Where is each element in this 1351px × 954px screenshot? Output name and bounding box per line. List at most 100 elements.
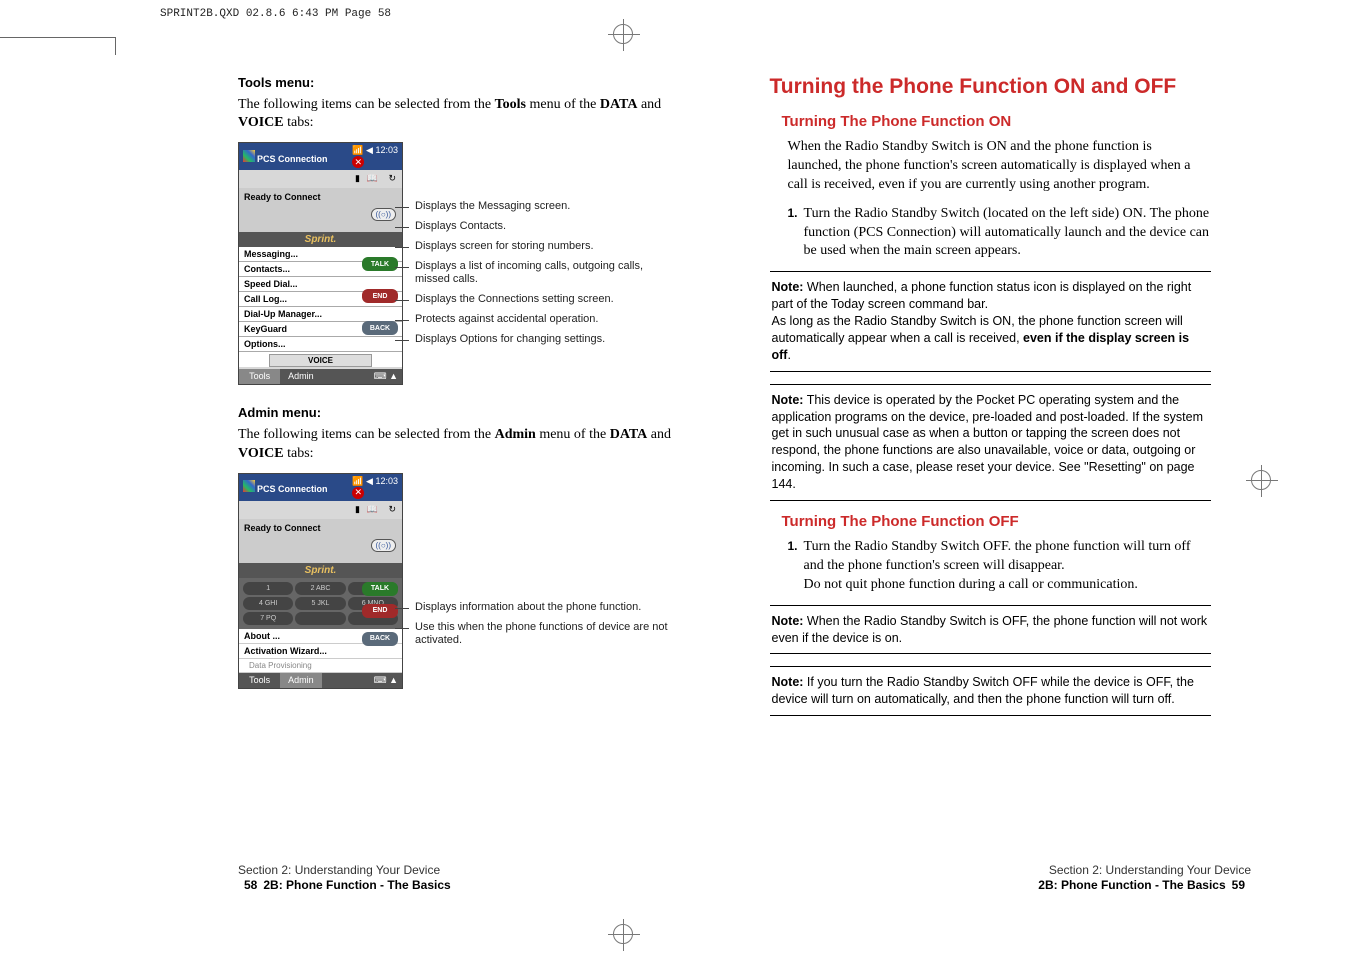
text: If you turn the Radio Standby Switch OFF… bbox=[772, 675, 1194, 706]
talk-button-icon: TALK bbox=[362, 257, 398, 271]
paragraph: When the Radio Standby Switch is ON and … bbox=[788, 138, 1202, 195]
text: DATA bbox=[600, 97, 638, 112]
tools-intro: The following items can be selected from… bbox=[238, 96, 680, 132]
section-label: Section 2: Understanding Your Device bbox=[238, 863, 451, 879]
note-label: Note: bbox=[772, 614, 804, 628]
tab: Admin bbox=[280, 369, 321, 384]
clock: 12:03 bbox=[375, 145, 398, 155]
subsection-label: 2B: Phone Function - The Basics bbox=[1038, 878, 1225, 892]
registration-mark bbox=[613, 924, 633, 944]
crop-corner bbox=[115, 37, 116, 55]
keypad-key: 2 ABC bbox=[295, 582, 345, 595]
text: Admin bbox=[495, 427, 536, 442]
tab: Tools bbox=[239, 369, 280, 384]
step-number: 1. bbox=[788, 205, 798, 262]
tools-menu-heading: Tools menu: bbox=[238, 75, 680, 90]
sprint-logo: Sprint. bbox=[239, 563, 402, 578]
callout: Displays the Messaging screen. bbox=[409, 200, 680, 214]
text: and bbox=[647, 427, 671, 442]
callout: Displays a list of incoming calls, outgo… bbox=[409, 260, 680, 288]
text: VOICE bbox=[238, 446, 284, 461]
note-1: Note: When launched, a phone function st… bbox=[770, 271, 1212, 371]
callout: Protects against accidental operation. bbox=[409, 313, 680, 327]
step-1-off: 1. Turn the Radio Standby Switch OFF. th… bbox=[788, 538, 1212, 595]
step-number: 1. bbox=[788, 538, 798, 595]
windows-flag-icon bbox=[243, 480, 255, 492]
tab: Tools bbox=[239, 673, 280, 688]
menu-item: Activation Wizard... bbox=[239, 644, 402, 659]
step-text: Turn the Radio Standby Switch OFF. the p… bbox=[804, 539, 1191, 573]
text: This device is operated by the Pocket PC… bbox=[772, 393, 1204, 491]
close-icon: ✕ bbox=[352, 156, 364, 168]
tools-callouts: Displays the Messaging screen. Displays … bbox=[409, 142, 680, 352]
callout: Displays screen for storing numbers. bbox=[409, 240, 680, 254]
antenna-icon: ((○)) bbox=[371, 539, 397, 552]
section-heading-off: Turning The Phone Function OFF bbox=[782, 513, 1212, 530]
refresh-icon: ↻ bbox=[382, 504, 396, 516]
registration-mark bbox=[613, 24, 633, 44]
text: When launched, a phone function status i… bbox=[772, 280, 1192, 311]
callout: Displays information about the phone fun… bbox=[409, 601, 680, 615]
keyboard-icon: ⌨ ▲ bbox=[322, 369, 403, 384]
back-button-icon: BACK bbox=[362, 632, 398, 646]
text: DATA bbox=[610, 427, 648, 442]
note-2: Note: This device is operated by the Poc… bbox=[770, 384, 1212, 501]
battery-icon: ▮ bbox=[346, 173, 360, 185]
admin-callouts: Displays information about the phone fun… bbox=[409, 473, 680, 654]
note-label: Note: bbox=[772, 393, 804, 407]
keypad-key: 5 JKL bbox=[295, 597, 345, 610]
menu-item: Dial-Up Manager... bbox=[239, 307, 402, 322]
section-label: Section 2: Understanding Your Device bbox=[1038, 863, 1251, 879]
text: The following items can be selected from… bbox=[238, 97, 495, 112]
note-label: Note: bbox=[772, 675, 804, 689]
keypad-key: 4 GHI bbox=[243, 597, 293, 610]
text: . bbox=[787, 348, 790, 362]
menu-item: Data Provisioning bbox=[239, 659, 402, 673]
text: Tools bbox=[495, 97, 526, 112]
step-text: Do not quit phone function during a call… bbox=[804, 577, 1138, 592]
sprint-logo: Sprint. bbox=[239, 232, 402, 247]
step-text: Turn the Radio Standby Switch (located o… bbox=[804, 205, 1211, 262]
admin-screenshot: PCS Connection 📶 ◀ 12:03 ✕ ▮📖↻ Ready to … bbox=[238, 473, 403, 689]
step-1-on: 1. Turn the Radio Standby Switch (locate… bbox=[788, 205, 1212, 262]
tools-screenshot: PCS Connection 📶 ◀ 12:03 ✕ ▮📖↻ Ready to … bbox=[238, 142, 403, 385]
note-label: Note: bbox=[772, 280, 804, 294]
text: VOICE bbox=[238, 115, 284, 130]
keyboard-icon: ⌨ ▲ bbox=[322, 673, 403, 688]
admin-menu-heading: Admin menu: bbox=[238, 405, 680, 420]
page-58: Tools menu: The following items can be s… bbox=[160, 75, 680, 894]
clock: 12:03 bbox=[375, 476, 398, 486]
status-text: Ready to Connect bbox=[239, 519, 402, 537]
text: tabs: bbox=[284, 115, 314, 130]
page-footer: Section 2: Understanding Your Device 582… bbox=[238, 863, 451, 894]
close-icon: ✕ bbox=[352, 487, 364, 499]
section-heading-on: Turning The Phone Function ON bbox=[782, 113, 1212, 130]
app-title: PCS Connection bbox=[257, 484, 328, 494]
book-icon: 📖 bbox=[364, 173, 378, 185]
page-number: 58 bbox=[244, 878, 257, 892]
antenna-icon: ((○)) bbox=[371, 208, 397, 221]
voice-label: VOICE bbox=[269, 354, 372, 367]
registration-mark bbox=[1251, 470, 1271, 490]
battery-icon: ▮ bbox=[346, 504, 360, 516]
text: menu of the bbox=[536, 427, 610, 442]
note-3: Note: When the Radio Standby Switch is O… bbox=[770, 605, 1212, 655]
text: tabs: bbox=[284, 446, 314, 461]
page-footer: Section 2: Understanding Your Device 2B:… bbox=[1038, 863, 1251, 894]
book-icon: 📖 bbox=[364, 504, 378, 516]
text: menu of the bbox=[526, 97, 600, 112]
refresh-icon: ↻ bbox=[382, 173, 396, 185]
keypad-key bbox=[295, 612, 345, 625]
page-number: 59 bbox=[1232, 878, 1245, 892]
keypad-key: 7 PQ bbox=[243, 612, 293, 625]
callout: Displays Contacts. bbox=[409, 220, 680, 234]
status-text: Ready to Connect bbox=[239, 188, 402, 206]
page-59: Turning the Phone Function ON and OFF Tu… bbox=[770, 75, 1252, 894]
menu-item: Options... bbox=[239, 337, 402, 352]
tab: Admin bbox=[280, 673, 321, 688]
talk-button-icon: TALK bbox=[362, 582, 398, 596]
callout: Use this when the phone functions of dev… bbox=[409, 621, 680, 649]
end-button-icon: END bbox=[362, 604, 398, 618]
page-title: Turning the Phone Function ON and OFF bbox=[770, 75, 1212, 99]
crop-corner bbox=[0, 37, 115, 38]
